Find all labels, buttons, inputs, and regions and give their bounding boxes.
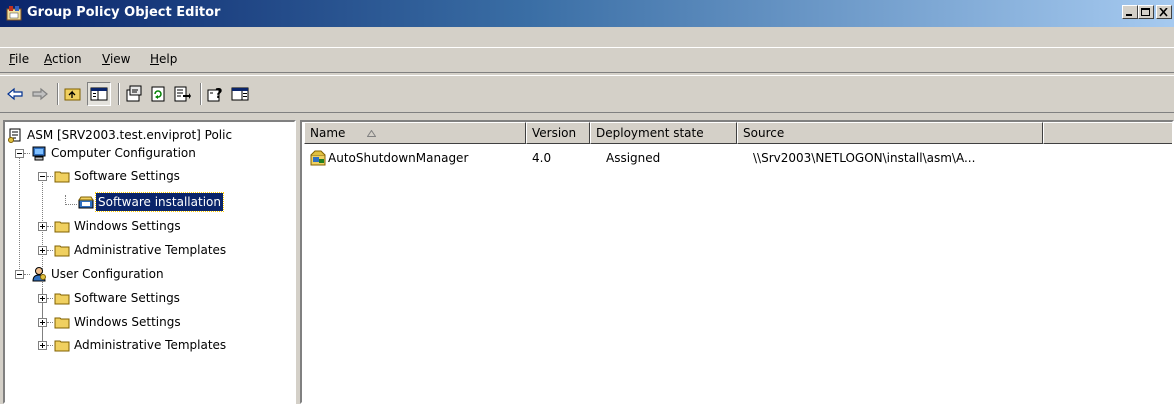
tree-connector [24, 153, 30, 155]
column-header-version[interactable]: Version [526, 122, 590, 144]
window-title: Group Policy Object Editor [27, 5, 221, 20]
collapse-toggle[interactable] [38, 172, 47, 181]
cell-name: AutoShutdownManager [328, 151, 469, 165]
back-arrow-icon[interactable] [6, 85, 24, 103]
column-header-name[interactable]: Name [304, 122, 526, 144]
tree-label: Computer Configuration [51, 146, 196, 160]
computer-icon [32, 146, 46, 161]
tree-connector [47, 250, 53, 252]
show-hide-tree-icon [90, 87, 108, 101]
tree-root-label: ASM [SRV2003.test.enviprot] Polic [27, 128, 233, 142]
minimize-button[interactable] [1122, 5, 1138, 19]
tree-connector [47, 345, 53, 347]
expand-toggle[interactable] [38, 341, 47, 350]
column-header-label: Deployment state [596, 126, 704, 140]
help-icon[interactable]: ? [207, 85, 225, 103]
close-button[interactable] [1156, 5, 1172, 19]
column-header-filler [1043, 122, 1172, 144]
svg-text:?: ? [215, 87, 223, 102]
tree-label: Windows Settings [74, 219, 181, 233]
msi-package-icon [310, 150, 326, 166]
sort-ascending-icon [367, 130, 376, 137]
menu-help-rest: elp [159, 52, 178, 66]
tree-connector [47, 226, 53, 228]
up-folder-icon[interactable] [64, 85, 82, 103]
tree-pane[interactable]: ASM [SRV2003.test.enviprot] Polic Comput… [3, 120, 296, 404]
menu-action-rest: ction [52, 52, 82, 66]
tree-connector [65, 204, 77, 206]
menu-help[interactable]: Help [150, 52, 177, 66]
collapse-toggle[interactable] [15, 270, 24, 279]
column-header-deployment-state[interactable]: Deployment state [590, 122, 737, 144]
close-icon [1159, 8, 1168, 17]
toolbar-separator [118, 83, 120, 105]
refresh-icon[interactable] [149, 85, 167, 103]
tree-connector [47, 176, 53, 178]
cell-deployment-state: Assigned [606, 151, 661, 165]
folder-icon [54, 317, 70, 329]
menu-view-rest: iew [109, 52, 131, 66]
tree-label: Windows Settings [74, 315, 181, 329]
menu-view-accel: V [102, 52, 110, 66]
forward-arrow-icon[interactable] [31, 85, 49, 103]
menu-gap [0, 27, 1174, 47]
expand-toggle[interactable] [38, 318, 47, 327]
cell-version: 4.0 [532, 151, 552, 165]
menu-action[interactable]: Action [44, 52, 82, 66]
folder-icon [54, 340, 70, 352]
folder-icon [54, 221, 70, 233]
tree-label: Administrative Templates [74, 338, 227, 352]
column-header-label: Source [743, 126, 785, 140]
collapse-toggle[interactable] [15, 149, 24, 158]
folder-icon [54, 171, 70, 183]
menu-file-rest: ile [15, 52, 30, 66]
folder-icon [54, 293, 70, 305]
export-list-icon[interactable] [173, 85, 191, 103]
cell-source: \\Srv2003\NETLOGON\install\asm\A... [753, 151, 976, 165]
toolbar-separator [200, 83, 202, 105]
toolbar-separator [57, 83, 59, 105]
expand-toggle[interactable] [38, 246, 47, 255]
software-installation-icon [78, 196, 94, 209]
tree-connector [24, 274, 30, 276]
expand-toggle[interactable] [38, 222, 47, 231]
column-header-source[interactable]: Source [737, 122, 1043, 144]
maximize-icon [1141, 8, 1150, 16]
policy-scroll-icon [8, 128, 21, 143]
tree-label: Software Settings [74, 291, 180, 305]
folder-icon [54, 245, 70, 257]
list-pane[interactable]: Name Version Deployment state Source Aut… [300, 120, 1174, 404]
menu-help-accel: H [150, 52, 160, 66]
tree-label: User Configuration [51, 267, 164, 281]
menu-action-accel: A [44, 52, 52, 66]
action-pane-icon[interactable] [231, 85, 249, 103]
column-header-label: Version [532, 126, 577, 140]
properties-icon[interactable] [125, 85, 143, 103]
menu-view[interactable]: View [102, 52, 130, 66]
tree-connector [19, 149, 21, 275]
tree-label: Software installation [95, 192, 224, 212]
title-bar[interactable]: Group Policy Object Editor [0, 0, 1174, 27]
tree-label: Administrative Templates [74, 243, 227, 257]
maximize-button[interactable] [1138, 5, 1154, 19]
tree-connector [47, 322, 53, 324]
group-policy-app-icon [6, 6, 22, 21]
tree-root[interactable]: ASM [SRV2003.test.enviprot] Polic [7, 126, 294, 144]
tree-connector [47, 298, 53, 300]
tree-label: Software Settings [74, 169, 180, 183]
expand-toggle[interactable] [38, 294, 47, 303]
minimize-icon [1126, 14, 1132, 16]
user-icon [32, 267, 46, 282]
menu-file[interactable]: File [9, 52, 29, 66]
column-header-label: Name [310, 126, 346, 140]
